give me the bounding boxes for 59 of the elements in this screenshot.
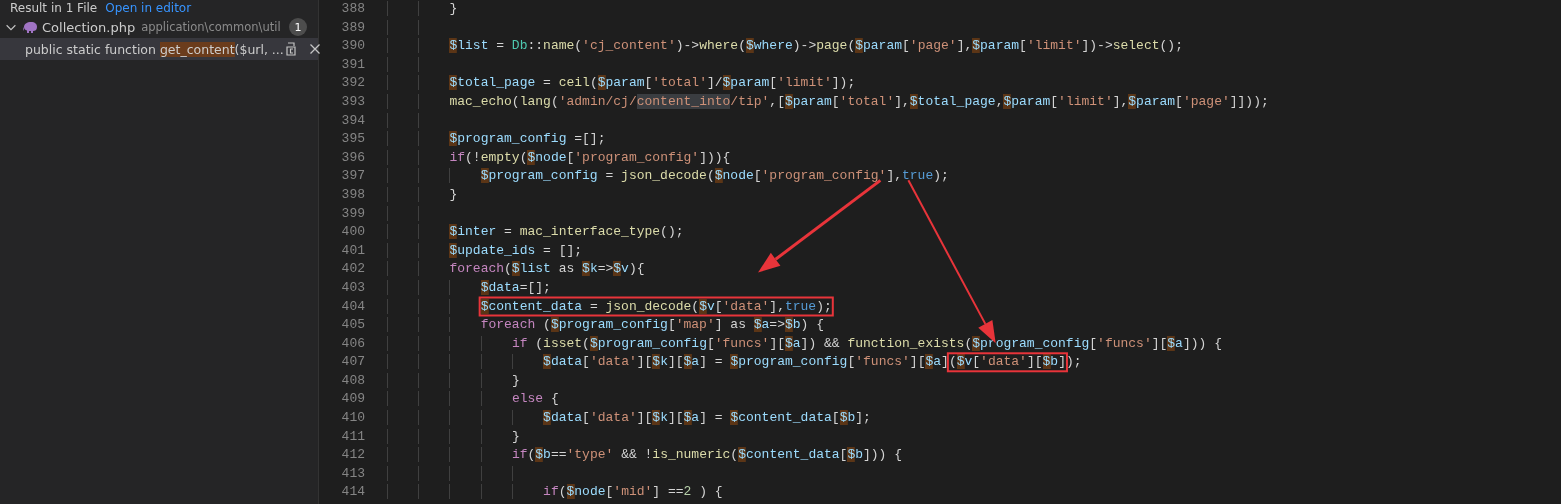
result-count-badge: 1 <box>289 18 307 36</box>
line-number: 394 <box>340 111 365 130</box>
line-number: 408 <box>340 371 365 390</box>
line-number: 400 <box>340 223 365 242</box>
line-number: 413 <box>340 464 365 483</box>
line-number: 412 <box>340 446 365 465</box>
code-line: $data['data'][$k][$a] = $content_data[$b]; <box>387 409 871 428</box>
search-result-row[interactable]: public static function get_content($url, ... <box>0 38 318 60</box>
code-line: $list = Db::name('cj_content')->where($where)->page($param['page'],$param['limit'])->select(); <box>387 37 1183 56</box>
line-number: 414 <box>340 483 365 502</box>
code-line: $data['data'][$k][$a] = $program_config['funcs'][$a]($v['data'][$b]); <box>387 353 1082 372</box>
line-number: 395 <box>340 130 365 149</box>
elephant-icon <box>22 21 38 33</box>
line-number: 411 <box>340 427 365 446</box>
code-line: if($b=='type' && !is_numeric($content_data[$b])) { <box>387 446 903 465</box>
code-line: $program_config = json_decode($node['program_config'],true); <box>387 167 949 186</box>
line-number: 406 <box>340 334 365 353</box>
line-number: 401 <box>340 241 365 260</box>
code-line: if(!empty($node['program_config'])){ <box>387 148 731 168</box>
code-line: foreach ($program_config['map'] as $a=>$b) { <box>387 316 824 335</box>
code-line: } <box>387 427 520 447</box>
close-icon[interactable] <box>307 42 322 56</box>
line-number: 409 <box>340 390 365 409</box>
line-number: 404 <box>340 297 365 316</box>
line-number: 396 <box>340 148 365 167</box>
search-result-text: public static function get_content($url, ... <box>25 41 284 57</box>
line-number: 399 <box>340 204 365 223</box>
code-line: $update_ids = []; <box>387 241 583 261</box>
line-number: 407 <box>340 353 365 372</box>
code-line: $inter = mac_interface_type(); <box>387 223 684 242</box>
code-line: if($node['mid'] ==2 ) { <box>387 483 723 503</box>
line-number: 410 <box>340 409 365 428</box>
line-number: 393 <box>340 92 365 111</box>
line-number: 403 <box>340 278 365 297</box>
line-number: 397 <box>340 167 365 186</box>
line-number: 390 <box>340 37 365 56</box>
open-in-editor-link[interactable]: Open in editor <box>105 1 192 15</box>
code-line: } <box>387 0 458 19</box>
line-number: 391 <box>340 55 365 74</box>
code-line: $content_data = json_decode($v['data'],true); <box>387 297 832 317</box>
code-line: foreach($list as $k=>$v){ <box>387 260 645 279</box>
code-line: if (isset($program_config['funcs'][$a]) && function_exists($program_config['funcs'][$a])) { <box>387 334 1222 354</box>
code-line: } <box>387 185 458 205</box>
line-number: 388 <box>340 0 365 18</box>
code-line: } <box>387 371 520 391</box>
result-summary: Result in 1 File <box>10 1 98 15</box>
line-number: 398 <box>340 185 365 204</box>
line-number: 392 <box>340 74 365 93</box>
file-name[interactable]: Collection.php <box>42 19 136 35</box>
line-number: 402 <box>340 260 365 279</box>
code-line: $data=[]; <box>387 278 551 298</box>
code-line: mac_echo(lang('admin/cj/content_into/tip',[$param['total'],$total_page,$param['limit'],$param['page']])); <box>387 92 1269 112</box>
code-line: $program_config =[]; <box>387 130 606 149</box>
code-line: $total_page = ceil($param['total']/$param['limit']); <box>387 74 856 93</box>
replace-icon[interactable] <box>283 42 298 56</box>
line-number: 389 <box>340 18 365 37</box>
file-path: application\common\util <box>141 20 281 34</box>
line-number: 405 <box>340 316 365 335</box>
code-line: else { <box>387 390 559 410</box>
